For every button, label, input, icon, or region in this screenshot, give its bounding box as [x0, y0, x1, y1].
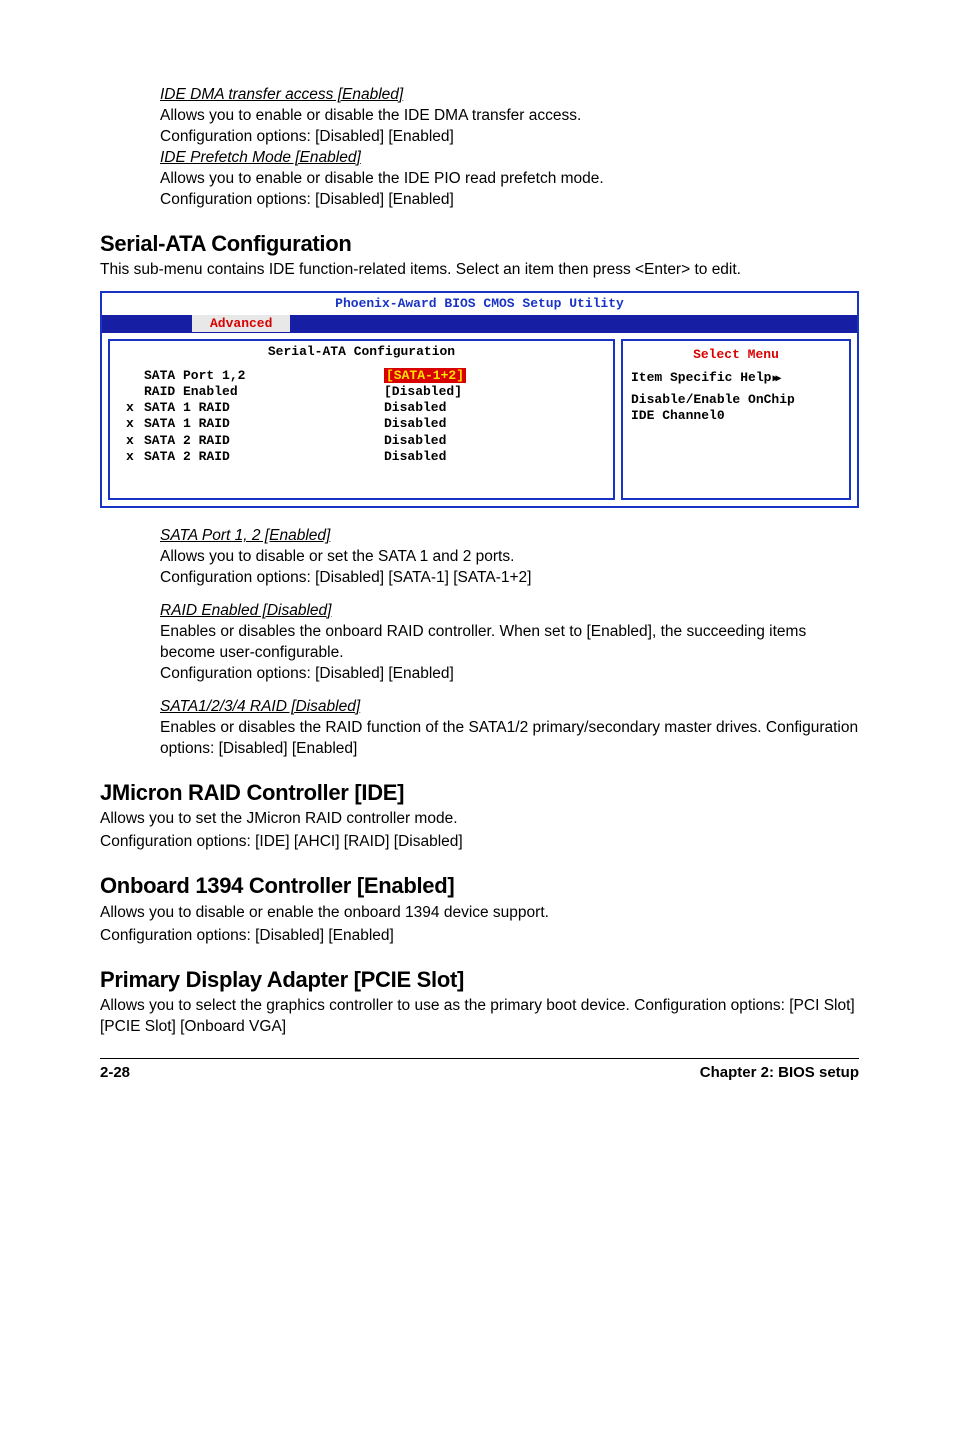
serial-ata-lead: This sub-menu contains IDE function-rela…: [100, 260, 859, 281]
ide-dma-line2: Configuration options: [Disabled] [Enabl…: [160, 127, 859, 148]
ide-pre-line2: Configuration options: [Disabled] [Enabl…: [160, 190, 859, 211]
row-prefix: x: [126, 400, 144, 416]
row-value: Disabled: [384, 449, 446, 465]
intro-block: IDE DMA transfer access [Enabled] Allows…: [160, 85, 859, 211]
sata-port-block: SATA Port 1, 2 [Enabled] Allows you to d…: [160, 526, 859, 589]
bios-right-pane: Select Menu Item Specific Help Disable/E…: [621, 339, 851, 500]
primary-disp-line1: Allows you to select the graphics contro…: [100, 996, 859, 1038]
bios-tab-row: Advanced: [102, 315, 857, 333]
arrow-icon: [771, 370, 778, 385]
sata-port-line2: Configuration options: [Disabled] [SATA-…: [160, 568, 859, 589]
bios-help-line1: Item Specific Help: [631, 370, 841, 387]
page-footer: 2-28 Chapter 2: BIOS setup: [100, 1058, 859, 1083]
row-label: SATA 1 RAID: [144, 400, 384, 416]
row-label: SATA 1 RAID: [144, 416, 384, 432]
bios-row: RAID Enabled[Disabled]: [126, 384, 603, 400]
bios-title: Phoenix-Award BIOS CMOS Setup Utility: [102, 293, 857, 315]
bios-body: Serial-ATA Configuration SATA Port 1,2[S…: [102, 333, 857, 506]
serial-ata-heading: Serial-ATA Configuration: [100, 229, 859, 259]
bios-tab-advanced: Advanced: [192, 315, 290, 332]
raid-en-line1: Enables or disables the onboard RAID con…: [160, 622, 859, 664]
raid-en-title: RAID Enabled [Disabled]: [160, 601, 859, 622]
sata1234-title: SATA1/2/3/4 RAID [Disabled]: [160, 697, 859, 718]
ide-dma-block: IDE DMA transfer access [Enabled] Allows…: [160, 85, 859, 211]
row-value: Disabled: [384, 433, 446, 449]
row-label: RAID Enabled: [144, 384, 384, 400]
raid-en-block: RAID Enabled [Disabled] Enables or disab…: [160, 601, 859, 685]
row-value: [SATA-1+2]: [384, 368, 466, 384]
ide-pre-line1: Allows you to enable or disable the IDE …: [160, 169, 859, 190]
footer-right: Chapter 2: BIOS setup: [700, 1063, 859, 1083]
jmicron-line1: Allows you to set the JMicron RAID contr…: [100, 809, 859, 830]
row-prefix: x: [126, 433, 144, 449]
bios-help-line2: Disable/Enable OnChip: [631, 392, 841, 408]
bios-row: xSATA 1 RAIDDisabled: [126, 416, 603, 432]
ide-pre-title: IDE Prefetch Mode [Enabled]: [160, 148, 859, 169]
bios-help-line3: IDE Channel0: [631, 408, 841, 424]
bios-row: SATA Port 1,2[SATA-1+2]: [126, 368, 603, 384]
bios-row: xSATA 1 RAIDDisabled: [126, 400, 603, 416]
row-label: SATA 2 RAID: [144, 449, 384, 465]
sata1234-block: SATA1/2/3/4 RAID [Disabled] Enables or d…: [160, 697, 859, 760]
bios-row: xSATA 2 RAIDDisabled: [126, 449, 603, 465]
row-value: Disabled: [384, 416, 446, 432]
sata-port-title: SATA Port 1, 2 [Enabled]: [160, 526, 859, 547]
bios-rows: SATA Port 1,2[SATA-1+2]RAID Enabled[Disa…: [110, 364, 613, 476]
ide-dma-line1: Allows you to enable or disable the IDE …: [160, 106, 859, 127]
raid-en-line2: Configuration options: [Disabled] [Enabl…: [160, 664, 859, 685]
primary-disp-heading: Primary Display Adapter [PCIE Slot]: [100, 965, 859, 995]
onboard1394-line1: Allows you to disable or enable the onbo…: [100, 903, 859, 924]
bios-row: xSATA 2 RAIDDisabled: [126, 433, 603, 449]
row-value: Disabled: [384, 400, 446, 416]
row-prefix: [126, 368, 144, 384]
bios-left-pane: Serial-ATA Configuration SATA Port 1,2[S…: [108, 339, 615, 500]
sata1234-line1: Enables or disables the RAID function of…: [160, 718, 859, 760]
bios-right-title: Select Menu: [631, 347, 841, 369]
row-label: SATA Port 1,2: [144, 368, 384, 384]
sata-port-line1: Allows you to disable or set the SATA 1 …: [160, 547, 859, 568]
onboard1394-heading: Onboard 1394 Controller [Enabled]: [100, 871, 859, 901]
row-prefix: x: [126, 449, 144, 465]
jmicron-heading: JMicron RAID Controller [IDE]: [100, 778, 859, 808]
onboard1394-line2: Configuration options: [Disabled] [Enabl…: [100, 926, 859, 947]
page: IDE DMA transfer access [Enabled] Allows…: [0, 0, 954, 1133]
row-value: [Disabled]: [384, 384, 462, 400]
row-label: SATA 2 RAID: [144, 433, 384, 449]
ide-dma-title: IDE DMA transfer access [Enabled]: [160, 85, 859, 106]
row-prefix: [126, 384, 144, 400]
jmicron-line2: Configuration options: [IDE] [AHCI] [RAI…: [100, 832, 859, 853]
footer-left: 2-28: [100, 1063, 130, 1083]
after-bios-block: SATA Port 1, 2 [Enabled] Allows you to d…: [160, 526, 859, 759]
row-prefix: x: [126, 416, 144, 432]
bios-left-title: Serial-ATA Configuration: [110, 341, 613, 363]
bios-screenshot: Phoenix-Award BIOS CMOS Setup Utility Ad…: [100, 291, 859, 508]
